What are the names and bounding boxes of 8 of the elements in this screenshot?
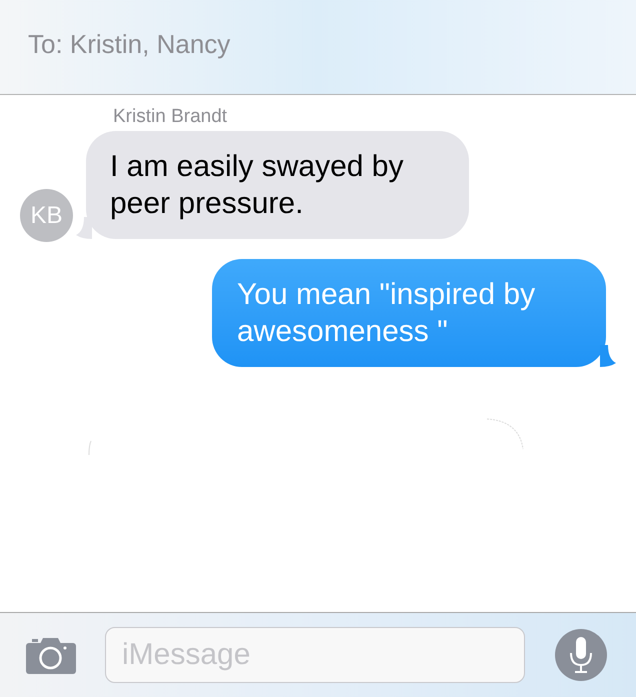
camera-icon[interactable] <box>26 636 76 674</box>
message-bubble: I am easily swayed by peer pressure. <box>86 131 469 239</box>
sender-name: Kristin Brandt <box>113 105 228 129</box>
microphone-icon[interactable] <box>555 629 607 681</box>
bubble-tail <box>600 345 616 367</box>
message-bubble: You mean "inspired by awesomeness " <box>212 259 606 367</box>
avatar: KB <box>20 189 73 242</box>
recipients-field[interactable]: To: Kristin, Nancy <box>28 24 230 64</box>
